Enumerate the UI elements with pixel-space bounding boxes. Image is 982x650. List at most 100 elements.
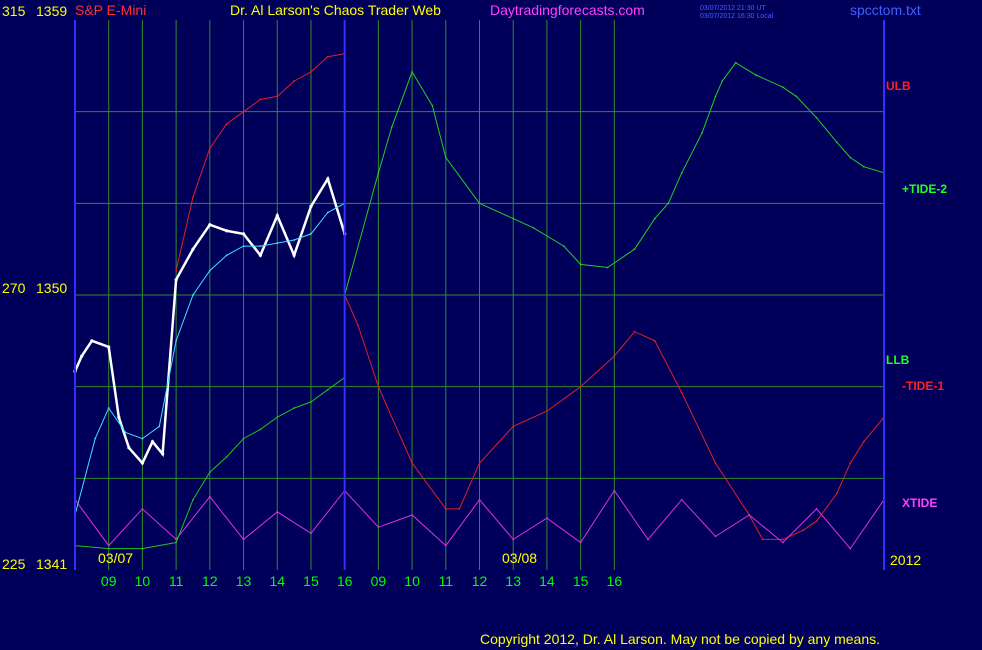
point-price	[127, 446, 131, 450]
point--tide-2	[633, 248, 636, 251]
point-ma	[242, 245, 245, 248]
point-ma	[141, 437, 144, 440]
point--tide-2	[411, 71, 413, 73]
point-xtide	[411, 514, 413, 516]
point-xtide	[478, 498, 481, 501]
point-ma	[175, 339, 178, 342]
point-xtide	[714, 535, 717, 538]
point--tide-2	[781, 86, 784, 89]
point-llb	[310, 401, 312, 403]
point--tide-2	[795, 95, 798, 98]
point-llb	[326, 388, 329, 391]
date-label-2: 03/08	[502, 550, 537, 566]
point-xtide	[512, 538, 515, 541]
x-tick-label: 10	[404, 573, 420, 589]
point--tide-1	[815, 520, 818, 523]
point-price	[150, 440, 155, 444]
point--tide-2	[849, 156, 852, 159]
point-ma	[124, 431, 127, 434]
point-price	[326, 177, 330, 181]
point-ulb	[242, 110, 245, 113]
x-tick-label: 10	[135, 573, 151, 589]
axis-labels: 09 10 11 12 13 14 15 16 09 10 11 12 13 14 15 16	[101, 573, 622, 589]
point-price	[191, 247, 195, 251]
point-price	[140, 461, 145, 465]
point-xtide	[748, 514, 751, 516]
point-price	[225, 229, 229, 233]
point--tide-1	[512, 425, 515, 428]
point--tide-2	[653, 217, 656, 220]
point--tide-1	[377, 385, 380, 388]
label-ulb: ULB	[886, 79, 911, 93]
y-tick-left-top: 315	[2, 3, 26, 19]
point--tide-1	[579, 385, 582, 388]
point-price	[292, 253, 296, 257]
x-tick-label: 13	[505, 573, 521, 589]
point-xtide	[579, 541, 582, 544]
point--tide-1	[357, 324, 360, 327]
point--tide-2	[835, 141, 838, 144]
timestamp-ut: 03/07/2012 21:30 UT	[700, 5, 766, 12]
point-llb	[225, 456, 228, 458]
point-ulb	[225, 122, 228, 125]
point--tide-2	[431, 104, 434, 107]
y-tick-left-mid: 270	[2, 280, 26, 296]
point-xtide	[377, 526, 380, 529]
point-llb	[141, 547, 144, 550]
x-tick-label: 12	[202, 573, 218, 589]
point--tide-2	[377, 171, 380, 174]
point--tide-1	[714, 462, 717, 464]
point--tide-2	[755, 74, 757, 76]
point--tide-1	[613, 355, 616, 358]
point-xtide	[276, 511, 279, 513]
point-ma	[158, 425, 161, 428]
point--tide-2	[721, 80, 724, 83]
label-tide-minus: -TIDE-1	[902, 379, 944, 393]
point-xtide	[613, 489, 616, 492]
x-tick-label: 15	[303, 573, 319, 589]
label-tide-plus: +TIDE-2	[902, 182, 947, 196]
point-llb	[259, 428, 262, 431]
point--tide-1	[835, 492, 838, 495]
label-llb: LLB	[886, 353, 910, 367]
point-xtide	[107, 544, 110, 547]
x-tick-label: 14	[539, 573, 555, 589]
point-ma	[94, 437, 97, 440]
point--tide-2	[734, 61, 737, 64]
point--tide-2	[815, 116, 818, 119]
point-price	[275, 213, 279, 218]
point--tide-2	[562, 245, 565, 248]
point-xtide	[647, 538, 649, 541]
chart-title: Dr. Al Larson's Chaos Trader Web	[230, 2, 441, 18]
point--tide-1	[802, 529, 804, 532]
point-ma	[107, 407, 110, 409]
point-price	[117, 415, 121, 419]
point-price	[107, 345, 111, 349]
label-xtide: XTIDE	[902, 496, 937, 510]
point-ulb	[293, 80, 296, 83]
point-price	[258, 253, 262, 257]
point-price	[241, 232, 246, 236]
point--tide-2	[667, 202, 670, 205]
point--tide-2	[862, 165, 865, 168]
point--tide-2	[701, 132, 703, 134]
point--tide-2	[390, 126, 393, 128]
point-xtide	[208, 495, 211, 498]
point-llb	[192, 498, 194, 501]
point-ulb	[208, 147, 211, 150]
point--tide-1	[478, 462, 481, 464]
point--tide-2	[714, 95, 717, 98]
point-price	[161, 452, 165, 456]
x-tick-label: 16	[337, 573, 353, 589]
site-link[interactable]: Daytradingforecasts.com	[490, 2, 645, 18]
point--tide-2	[680, 171, 683, 174]
point-xtide	[444, 544, 447, 547]
y-tick-left-bottom: 225	[2, 556, 26, 572]
point-ma	[293, 239, 296, 241]
point-xtide	[680, 498, 683, 501]
x-tick-label: 15	[573, 573, 589, 589]
grid-lines	[75, 20, 884, 570]
point--tide-1	[781, 538, 784, 541]
x-tick-label: 14	[269, 573, 285, 589]
point-ulb	[310, 71, 312, 73]
